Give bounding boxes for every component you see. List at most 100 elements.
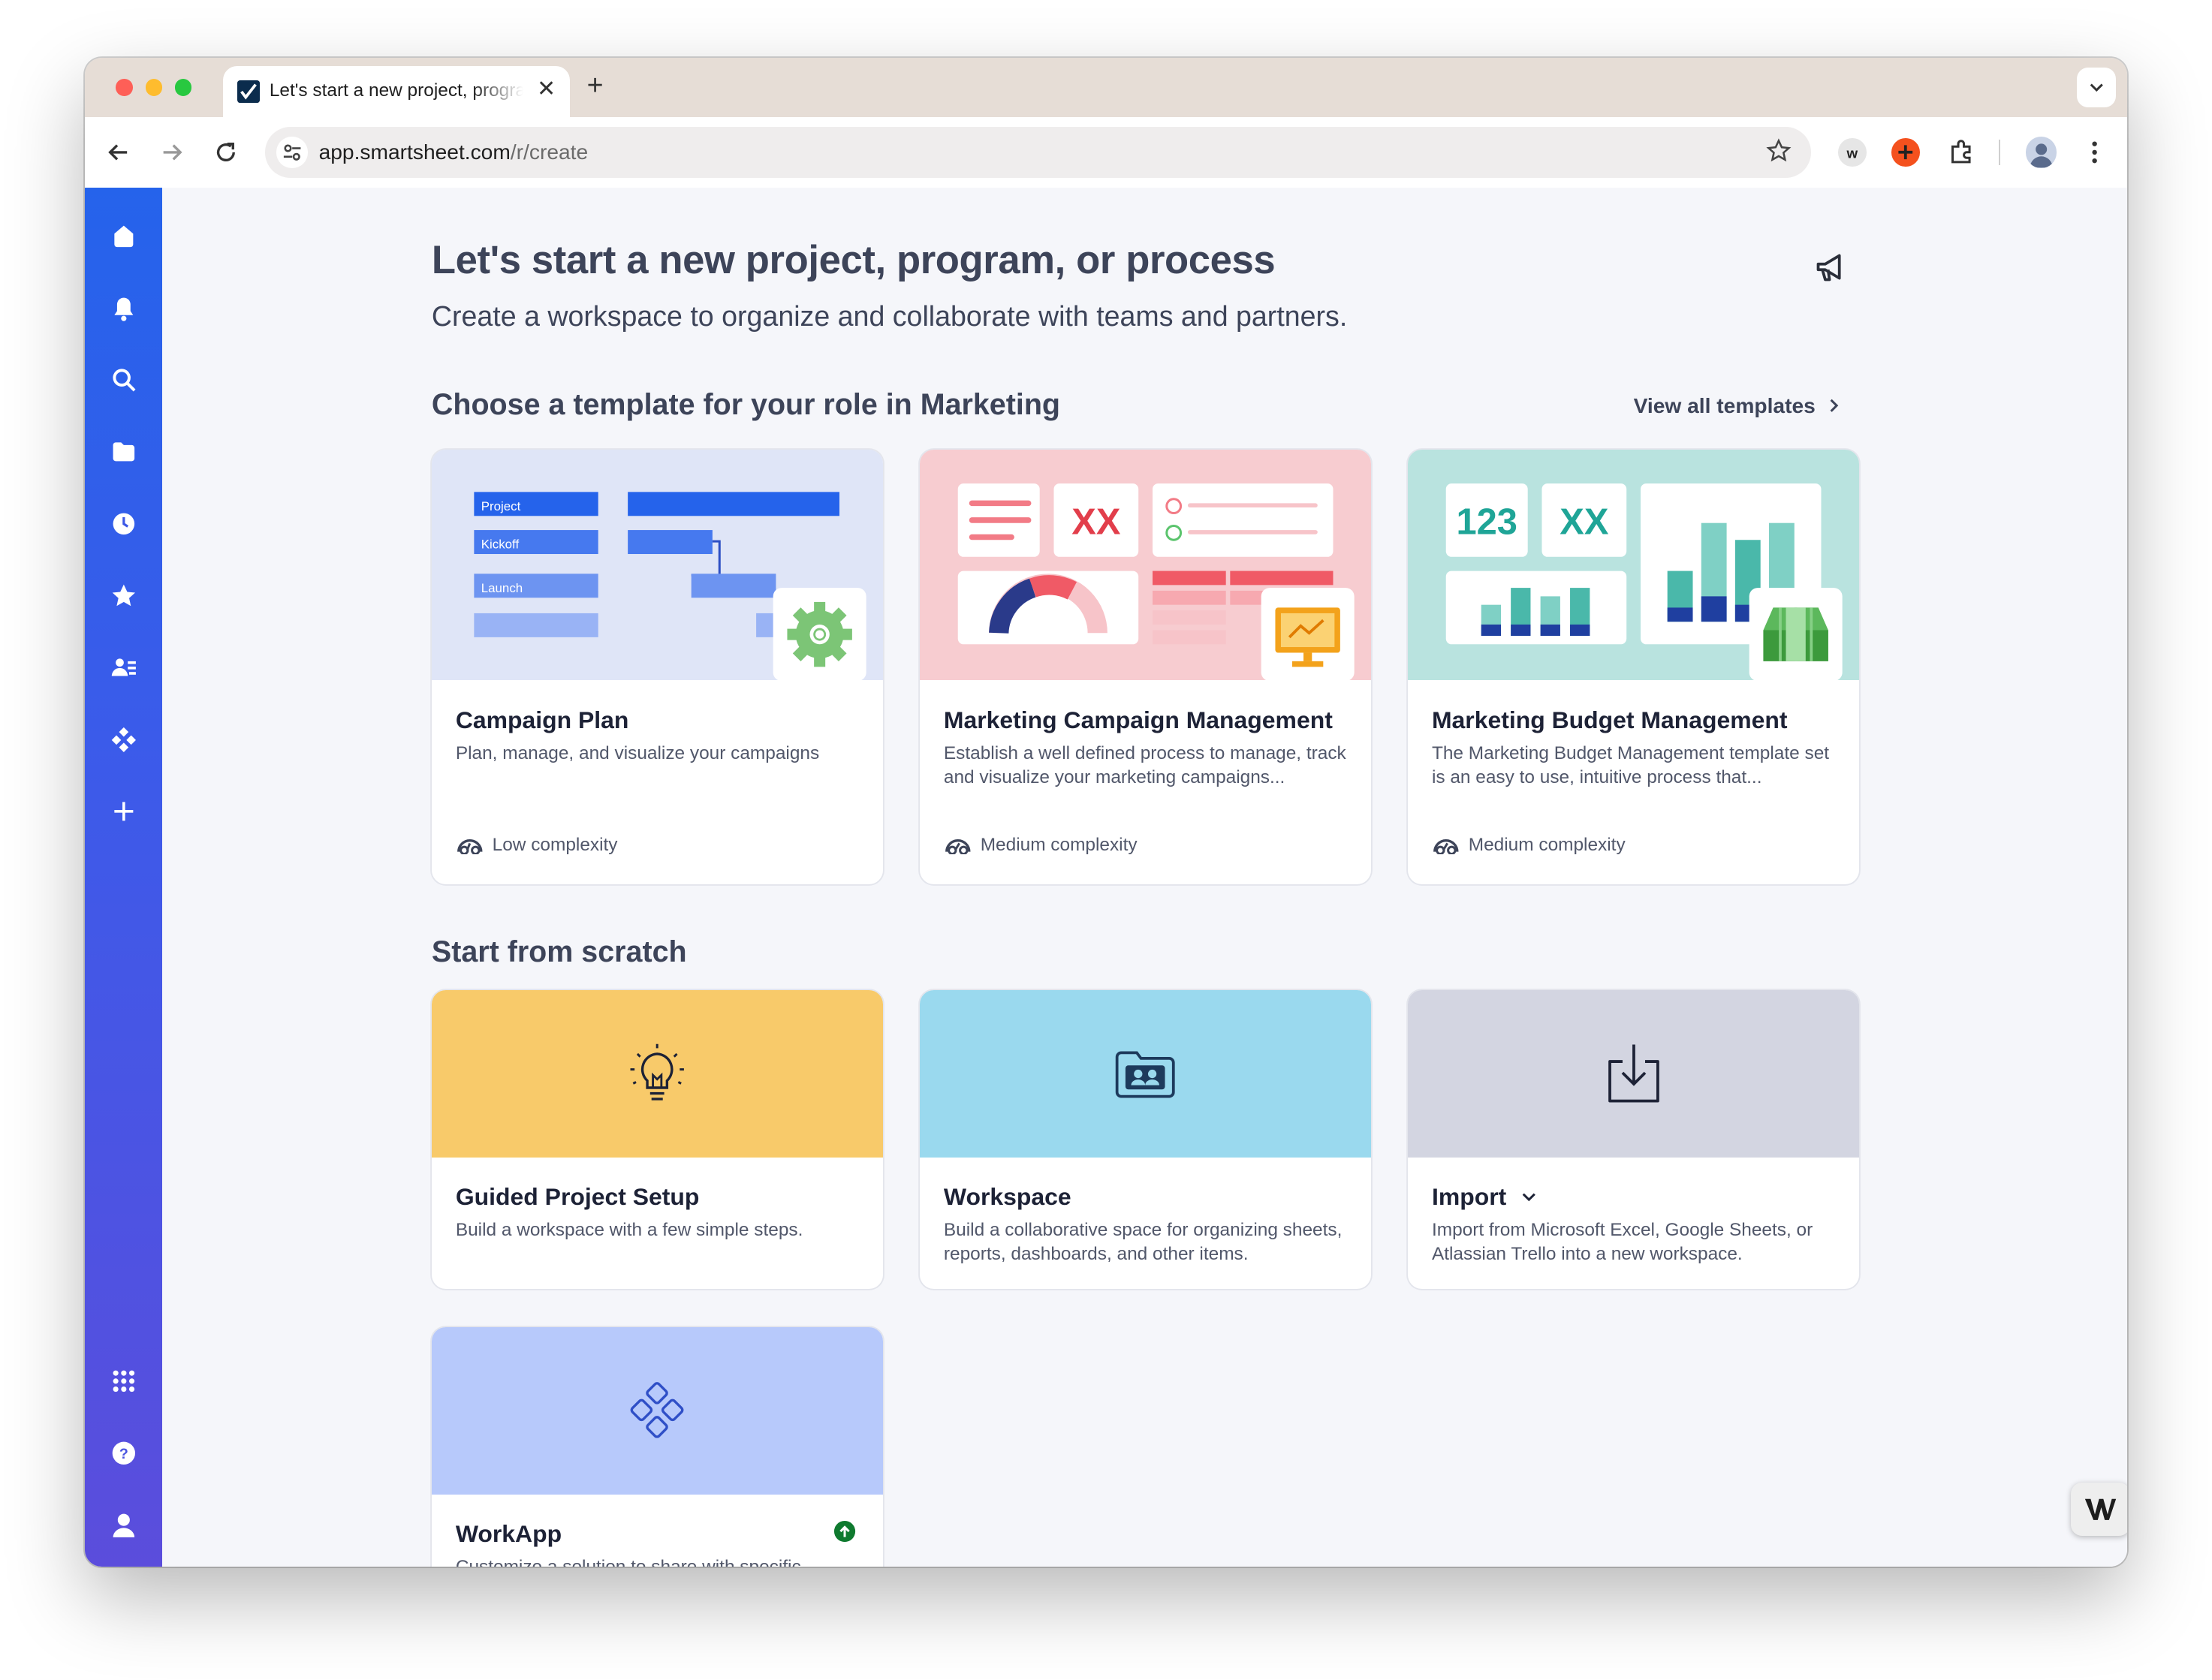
workspace-folder-icon	[1116, 1051, 1176, 1098]
bookmark-star-icon[interactable]	[1766, 138, 1792, 170]
complexity-label: Medium complexity	[980, 835, 1138, 856]
workapp-icon	[630, 1382, 683, 1439]
create-plus-icon[interactable]	[109, 797, 138, 826]
import-banner	[1408, 989, 1860, 1158]
profile-avatar[interactable]	[2025, 137, 2057, 168]
extension-plus-icon[interactable]	[1891, 138, 1921, 167]
account-icon[interactable]	[109, 1510, 138, 1540]
home-icon[interactable]	[109, 221, 138, 251]
workapp-card[interactable]: WorkApp Customize a solution to share wi…	[431, 1326, 884, 1567]
marketing-campaign-illustration: XX	[919, 450, 1372, 680]
art-label-kickoff: Kickoff	[481, 537, 520, 552]
tab-title: Let's start a new project, program, or p…	[269, 80, 523, 101]
import-title-row[interactable]: Import	[1432, 1183, 1538, 1211]
launcher-grid-icon[interactable]	[109, 1367, 138, 1396]
template-card-marketing-budget-management[interactable]: 123 XX Marketing Budget Management The M…	[1408, 450, 1860, 884]
art-label-xx: XX	[1071, 502, 1121, 543]
complexity-label: Low complexity	[492, 835, 618, 856]
template-title: Marketing Campaign Management	[943, 706, 1333, 734]
browser-toolbar: app.smartsheet.com/r/create w	[84, 116, 2128, 188]
contacts-icon[interactable]	[109, 653, 138, 682]
template-title: Marketing Budget Management	[1431, 706, 1788, 734]
complexity-indicator: Medium complexity	[944, 835, 1138, 856]
lightbulb-icon	[630, 1044, 685, 1101]
guided-setup-banner	[431, 989, 884, 1158]
templates-section-title: Choose a template for your role in Marke…	[431, 387, 1060, 421]
template-card-campaign-plan[interactable]: Project Kickoff Launch Campaign Plan Pla…	[431, 450, 884, 884]
complexity-label: Medium complexity	[1468, 835, 1626, 856]
url-text: app.smartsheet.com/r/create	[319, 140, 589, 164]
page-subtitle: Create a workspace to organize and colla…	[431, 300, 1348, 333]
new-tab-button[interactable]: +	[587, 69, 604, 101]
workapp-banner	[431, 1326, 884, 1495]
notifications-icon[interactable]	[109, 294, 138, 323]
chevron-down-icon	[2090, 83, 2103, 92]
scratch-card-title: Workspace	[943, 1183, 1071, 1211]
site-settings-icon[interactable]	[276, 137, 308, 168]
close-tab-icon[interactable]: ✕	[537, 76, 556, 102]
workapps-icon[interactable]	[109, 725, 138, 754]
scratch-card-description: Build a collaborative space for organizi…	[943, 1220, 1343, 1265]
favorites-star-icon[interactable]	[109, 581, 138, 610]
maximize-window-button[interactable]	[174, 79, 192, 96]
scratch-section-title: Start from scratch	[431, 935, 687, 968]
workspace-banner	[919, 989, 1372, 1158]
smartsheet-favicon-icon	[237, 80, 260, 104]
chevron-right-icon	[1830, 399, 1839, 413]
browse-folder-icon[interactable]	[109, 437, 138, 466]
browser-tab[interactable]: Let's start a new project, program, or p…	[222, 66, 570, 117]
browser-window: Let's start a new project, program, or p…	[84, 58, 2128, 1567]
chevron-down-icon	[1522, 1193, 1535, 1202]
view-all-templates-label: View all templates	[1633, 393, 1816, 418]
svg-text:?: ?	[119, 1446, 128, 1462]
template-description: Establish a well defined process to mana…	[943, 743, 1346, 788]
floating-extension-w-button[interactable]	[2071, 1482, 2128, 1536]
minimize-window-button[interactable]	[145, 79, 163, 96]
scratch-card-title: Guided Project Setup	[455, 1183, 700, 1211]
recents-clock-icon[interactable]	[109, 509, 138, 538]
svg-text:w: w	[1846, 145, 1858, 161]
extensions-puzzle-icon[interactable]	[1945, 137, 1976, 167]
url-path: /r/create	[510, 139, 589, 164]
complexity-indicator: Low complexity	[456, 835, 618, 856]
complexity-indicator: Medium complexity	[1432, 835, 1626, 856]
art-label-launch: Launch	[481, 581, 523, 595]
gauge-icon	[945, 839, 971, 855]
scratch-card-title: Import	[1431, 1183, 1507, 1211]
art-label-xx: XX	[1560, 502, 1609, 543]
scratch-card-description: Customize a solution to share with speci…	[456, 1555, 865, 1567]
scratch-card-description: Build a workspace with a few simple step…	[455, 1220, 803, 1241]
template-description: Plan, manage, and visualize your campaig…	[455, 743, 820, 764]
browser-menu-icon[interactable]	[2079, 137, 2110, 167]
import-icon	[1608, 1044, 1659, 1103]
back-icon[interactable]	[103, 137, 134, 167]
gauge-icon	[457, 839, 483, 855]
url-host: app.smartsheet.com	[318, 139, 511, 164]
workspace-card[interactable]: Workspace Build a collaborative space fo…	[919, 989, 1372, 1290]
marketing-budget-illustration: 123 XX	[1408, 450, 1860, 680]
help-icon[interactable]: ?	[109, 1438, 138, 1468]
tab-search-button[interactable]	[2076, 68, 2117, 107]
address-bar[interactable]: app.smartsheet.com/r/create	[265, 127, 1812, 178]
announcement-megaphone-icon[interactable]	[1813, 250, 1849, 293]
template-description: The Marketing Budget Management template…	[1431, 743, 1830, 788]
upgrade-arrow-icon	[834, 1521, 856, 1543]
template-title: Campaign Plan	[455, 706, 629, 734]
toolbar-divider	[1999, 139, 2001, 165]
scratch-card-description: Import from Microsoft Excel, Google Shee…	[1431, 1220, 1813, 1265]
guided-project-setup-card[interactable]: Guided Project Setup Build a workspace w…	[431, 989, 884, 1290]
reload-icon[interactable]	[210, 137, 241, 167]
gauge-icon	[1433, 839, 1459, 855]
view-all-templates-link[interactable]: View all templates	[1634, 393, 1841, 418]
main-content: Let's start a new project, program, or p…	[162, 187, 2128, 1567]
template-card-marketing-campaign-management[interactable]: XX Marketing Campaign Management Establi…	[919, 450, 1372, 884]
art-label-123: 123	[1456, 502, 1517, 543]
close-window-button[interactable]	[116, 79, 133, 96]
forward-icon[interactable]	[157, 137, 188, 167]
tab-strip: Let's start a new project, program, or p…	[84, 58, 2128, 117]
extension-w-icon[interactable]: w	[1838, 138, 1867, 167]
search-icon[interactable]	[109, 366, 138, 395]
w-logo-icon	[2084, 1499, 2117, 1521]
left-nav-sidebar: ?	[84, 187, 163, 1567]
import-card[interactable]: Import Import from Microsoft Excel, Goog…	[1408, 989, 1860, 1290]
